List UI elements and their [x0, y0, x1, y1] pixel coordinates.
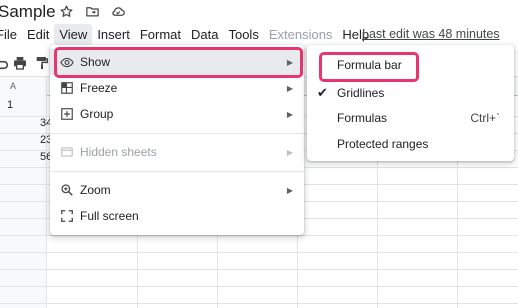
undo-icon[interactable] [0, 55, 10, 71]
menu-file[interactable]: File [0, 24, 22, 45]
menu-data[interactable]: Data [186, 24, 223, 45]
folder-move-icon[interactable] [84, 3, 100, 19]
hidden-sheet-icon [60, 145, 74, 159]
submenu-arrow-icon: ▶ [286, 109, 293, 119]
show-menu-item-gridlines[interactable]: ✔ Gridlines [307, 80, 514, 106]
view-menu-item-freeze[interactable]: Freeze ▶ [50, 75, 304, 101]
view-menu-item-zoom[interactable]: Zoom ▶ [50, 177, 304, 203]
menu-insert[interactable]: Insert [92, 24, 135, 45]
show-menu-item-protected-ranges[interactable]: Protected ranges [307, 131, 514, 157]
show-menu-label-gridlines: Gridlines [337, 86, 385, 100]
print-icon[interactable] [12, 55, 28, 71]
cloud-icon[interactable] [110, 3, 126, 19]
show-highlight-box [54, 47, 303, 78]
submenu-arrow-icon: ▶ [286, 185, 293, 195]
submenu-arrow-icon: ▶ [286, 83, 293, 93]
fullscreen-icon [60, 209, 74, 223]
formulas-shortcut: Ctrl+` [470, 111, 500, 125]
zoom-icon [60, 183, 74, 197]
view-menu-item-hidden-sheets[interactable]: Hidden sheets ▶ [50, 139, 304, 165]
freeze-grid-icon [60, 81, 74, 95]
submenu-arrow-icon: ▶ [286, 147, 293, 157]
document-title[interactable]: Sample [0, 2, 56, 22]
formula-bar-highlight-box [319, 52, 419, 82]
menu-tools[interactable]: Tools [223, 24, 263, 45]
view-menu-item-full-screen[interactable]: Full screen [50, 203, 304, 229]
row-number-1[interactable]: 1 [7, 99, 13, 111]
menu-bar: File Edit View Insert Format Data Tools … [0, 23, 374, 45]
view-menu-label-hidden-sheets: Hidden sheets [80, 145, 157, 159]
show-menu-label-protected-ranges: Protected ranges [337, 137, 429, 151]
view-menu-item-group[interactable]: Group ▶ [50, 101, 304, 127]
show-menu-item-formulas[interactable]: Formulas Ctrl+` [307, 105, 514, 131]
view-menu-label-freeze: Freeze [80, 81, 118, 95]
menu-view[interactable]: View [54, 23, 93, 45]
star-icon[interactable] [58, 3, 74, 19]
menu-format[interactable]: Format [135, 24, 186, 45]
group-plus-icon [60, 107, 74, 121]
menu-edit[interactable]: Edit [22, 24, 54, 45]
column-header-a[interactable]: A [10, 81, 16, 91]
checkmark-icon: ✔ [317, 85, 328, 100]
show-menu-label-formulas: Formulas [337, 111, 388, 125]
view-menu-label-group: Group [80, 107, 114, 121]
view-menu-label-full-screen: Full screen [80, 209, 139, 223]
paint-format-icon[interactable] [34, 55, 50, 71]
view-menu-label-zoom: Zoom [80, 183, 111, 197]
menu-extensions[interactable]: Extensions [264, 24, 338, 45]
